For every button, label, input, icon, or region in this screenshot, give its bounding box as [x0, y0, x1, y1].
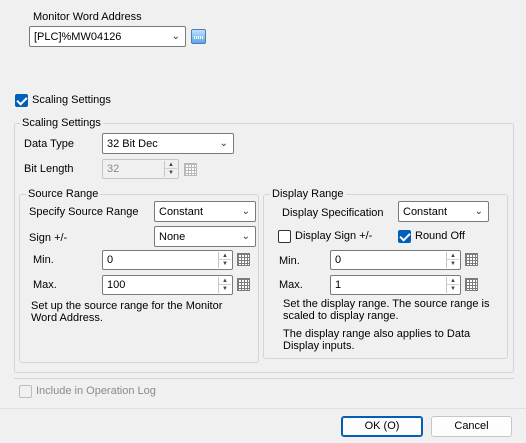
keypad-icon: [184, 163, 197, 176]
chevron-down-icon: ⌄: [171, 31, 180, 42]
display-sign-checkbox[interactable]: [278, 230, 291, 243]
round-off-label: Round Off: [415, 230, 465, 242]
source-max-value: 100: [107, 279, 126, 291]
source-max-spinner[interactable]: ▲ ▼: [218, 277, 231, 293]
data-type-select[interactable]: 32 Bit Dec ⌄: [102, 133, 234, 154]
display-max-label: Max.: [279, 279, 303, 291]
bit-length-value: 32: [107, 163, 120, 175]
ok-button[interactable]: OK (O): [341, 416, 423, 437]
display-min-value: 0: [335, 254, 342, 266]
display-range-title: Display Range: [270, 187, 346, 201]
bit-length-field: 32 ▲ ▼: [102, 159, 179, 179]
display-min-field[interactable]: 0 ▲ ▼: [330, 250, 461, 270]
source-min-value: 0: [107, 254, 114, 266]
cancel-button[interactable]: Cancel: [431, 416, 512, 437]
display-max-field[interactable]: 1 ▲ ▼: [330, 275, 461, 295]
chevron-down-icon: ⌄: [241, 206, 250, 217]
keypad-icon[interactable]: [237, 253, 250, 266]
sign-value: None: [159, 231, 186, 243]
monitor-address-value: [PLC]%MW04126: [34, 31, 122, 43]
source-min-label: Min.: [33, 254, 54, 266]
display-max-value: 1: [335, 279, 342, 291]
display-sign-label: Display Sign +/-: [295, 230, 373, 242]
source-min-field[interactable]: 0 ▲ ▼: [102, 250, 233, 270]
scaling-settings-checkbox[interactable]: [15, 94, 28, 107]
chevron-down-icon: ⌄: [219, 138, 228, 149]
source-max-field[interactable]: 100 ▲ ▼: [102, 275, 233, 295]
monitor-address-combobox[interactable]: [PLC]%MW04126 ⌄: [29, 26, 186, 47]
keypad-icon[interactable]: [465, 278, 478, 291]
source-max-label: Max.: [33, 279, 57, 291]
sign-select[interactable]: None ⌄: [154, 226, 256, 247]
display-min-label: Min.: [279, 255, 300, 267]
bit-length-spinner: ▲ ▼: [164, 161, 177, 177]
specify-source-range-select[interactable]: Constant ⌄: [154, 201, 256, 222]
scaling-settings-checkbox-label: Scaling Settings: [32, 94, 111, 106]
source-min-spinner[interactable]: ▲ ▼: [218, 252, 231, 268]
sign-label: Sign +/-: [29, 232, 68, 244]
monitor-word-address-label: Monitor Word Address: [33, 11, 142, 23]
address-picker-icon[interactable]: [191, 29, 206, 44]
chevron-down-icon: ⌄: [474, 206, 483, 217]
keypad-icon[interactable]: [237, 278, 250, 291]
specify-source-range-value: Constant: [159, 206, 204, 218]
data-type-value: 32 Bit Dec: [107, 138, 158, 150]
source-range-title: Source Range: [26, 187, 101, 201]
keypad-icon[interactable]: [465, 253, 478, 266]
display-specification-select[interactable]: Constant ⌄: [398, 201, 489, 222]
bit-length-label: Bit Length: [24, 163, 74, 175]
source-range-description: Set up the source range for the Monitor …: [31, 300, 223, 324]
display-specification-label: Display Specification: [282, 207, 384, 219]
display-max-spinner[interactable]: ▲ ▼: [446, 277, 459, 293]
scaling-settings-group-title: Scaling Settings: [20, 116, 103, 130]
display-min-spinner[interactable]: ▲ ▼: [446, 252, 459, 268]
display-range-description-2: The display range also applies to Data D…: [283, 328, 471, 352]
display-specification-value: Constant: [403, 206, 448, 218]
display-range-description: Set the display range. The source range …: [283, 298, 490, 322]
separator: [14, 378, 514, 379]
data-type-label: Data Type: [24, 138, 74, 150]
round-off-checkbox[interactable]: [398, 230, 411, 243]
specify-source-range-label: Specify Source Range: [29, 206, 139, 218]
chevron-down-icon: ⌄: [241, 231, 250, 242]
operation-log-label: Include in Operation Log: [36, 385, 156, 397]
operation-log-checkbox[interactable]: [19, 385, 32, 398]
